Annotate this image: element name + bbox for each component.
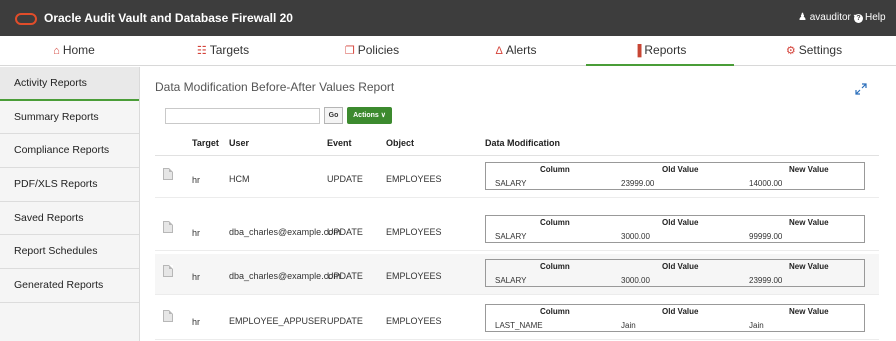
tab-policies[interactable]: ❐ Policies	[298, 36, 446, 66]
cell-event: UPDATE	[327, 174, 363, 184]
cell-user: EMPLOYEE_APPUSER	[229, 316, 327, 326]
cell-object: EMPLOYEES	[386, 174, 442, 184]
cell-user: dba_charles@example.com	[229, 271, 341, 281]
dm-header-new: New Value	[789, 218, 829, 227]
go-button[interactable]: Go	[324, 107, 343, 124]
user-name: avauditor	[809, 12, 851, 23]
dm-header-new: New Value	[789, 262, 829, 271]
cell-target: hr	[192, 175, 201, 185]
cell-event: UPDATE	[327, 227, 363, 237]
dm-new-value: 14000.00	[749, 179, 783, 188]
data-modification-table: Column Old Value New Value SALARY 23999.…	[485, 162, 865, 190]
data-modification-table: Column Old Value New Value LAST_NAME Jai…	[485, 304, 865, 332]
dm-header-old: Old Value	[662, 165, 699, 174]
dm-column-value: LAST_NAME	[495, 321, 543, 330]
table-row: hr HCM UPDATE EMPLOYEES Column Old Value…	[155, 157, 879, 198]
header-target[interactable]: Target	[192, 138, 219, 148]
actions-button[interactable]: Actions ∨	[347, 107, 392, 124]
dm-header-new: New Value	[789, 165, 829, 174]
header-user[interactable]: User	[229, 138, 249, 148]
help-link[interactable]: ? Help	[854, 12, 886, 23]
expand-icon[interactable]	[855, 83, 867, 95]
cell-object: EMPLOYEES	[386, 227, 442, 237]
dm-header-old: Old Value	[662, 262, 699, 271]
cell-event: UPDATE	[327, 316, 363, 326]
document-icon[interactable]	[163, 265, 173, 277]
sidebar-item-activity-reports[interactable]: Activity Reports	[0, 67, 139, 101]
cell-user: dba_charles@example.com	[229, 227, 341, 237]
sidebar-item-pdf-xls-reports[interactable]: PDF/XLS Reports	[0, 168, 139, 202]
tab-label: Settings	[798, 43, 843, 57]
document-icon[interactable]	[163, 310, 173, 322]
tab-label: Home	[62, 43, 95, 57]
dm-new-value: 23999.00	[749, 276, 783, 285]
header-object[interactable]: Object	[386, 138, 414, 148]
dm-header-column: Column	[540, 165, 570, 174]
data-modification-table: Column Old Value New Value SALARY 3000.0…	[485, 215, 865, 243]
table-header: Target User Event Object Data Modificati…	[155, 130, 879, 156]
dm-column-value: SALARY	[495, 276, 527, 285]
header-data-modification[interactable]: Data Modification	[485, 138, 560, 148]
page-title: Data Modification Before-After Values Re…	[155, 80, 395, 94]
dm-header-new: New Value	[789, 307, 829, 316]
dm-old-value: Jain	[621, 321, 636, 330]
dm-new-value: 99999.00	[749, 232, 783, 241]
dm-header-column: Column	[540, 262, 570, 271]
cell-object: EMPLOYEES	[386, 316, 442, 326]
tab-alerts[interactable]: Δ Alerts	[442, 36, 590, 66]
cell-target: hr	[192, 228, 201, 238]
dm-header-column: Column	[540, 307, 570, 316]
tab-reports[interactable]: ▐ Reports	[586, 36, 734, 66]
sidebar-item-report-schedules[interactable]: Report Schedules	[0, 235, 139, 270]
oracle-logo-icon	[15, 13, 37, 25]
bell-icon: Δ	[495, 45, 503, 57]
tab-targets[interactable]: ☷ Targets	[149, 36, 297, 66]
dm-header-column: Column	[540, 218, 570, 227]
tab-label: Policies	[357, 43, 400, 57]
tab-label: Reports	[644, 43, 687, 57]
help-icon: ?	[854, 14, 863, 23]
bar-chart-icon: ▐	[633, 45, 642, 57]
table-row: hr dba_charles@example.com UPDATE EMPLOY…	[155, 254, 879, 295]
policies-icon: ❐	[344, 45, 355, 57]
user-menu[interactable]: ♟ avauditor ▾	[798, 12, 859, 23]
dm-header-old: Old Value	[662, 307, 699, 316]
main-nav: ⌂ Home ☷ Targets ❐ Policies Δ Alerts ▐ Report…	[0, 36, 896, 66]
table-row: hr dba_charles@example.com UPDATE EMPLOY…	[155, 210, 879, 251]
home-icon: ⌂	[53, 45, 60, 57]
dm-header-old: Old Value	[662, 218, 699, 227]
document-icon[interactable]	[163, 221, 173, 233]
dm-new-value: Jain	[749, 321, 764, 330]
sidebar-item-generated-reports[interactable]: Generated Reports	[0, 269, 139, 303]
user-icon: ♟	[798, 12, 807, 23]
search-input[interactable]	[165, 108, 320, 124]
cell-target: hr	[192, 317, 201, 327]
sidebar-item-compliance-reports[interactable]: Compliance Reports	[0, 134, 139, 169]
sidebar-item-summary-reports[interactable]: Summary Reports	[0, 101, 139, 135]
cell-user: HCM	[229, 174, 250, 184]
targets-icon: ☷	[196, 45, 207, 57]
dm-column-value: SALARY	[495, 232, 527, 241]
cell-target: hr	[192, 272, 201, 282]
table-row: hr EMPLOYEE_APPUSER UPDATE EMPLOYEES Col…	[155, 299, 879, 340]
top-bar: Oracle Audit Vault and Database Firewall…	[0, 0, 896, 36]
tab-label: Targets	[209, 43, 250, 57]
help-label: Help	[865, 12, 886, 23]
dm-old-value: 3000.00	[621, 232, 650, 241]
document-icon[interactable]	[163, 168, 173, 180]
gear-icon: ⚙	[785, 45, 796, 57]
sidebar-item-saved-reports[interactable]: Saved Reports	[0, 202, 139, 236]
dm-old-value: 3000.00	[621, 276, 650, 285]
tab-settings[interactable]: ⚙ Settings	[740, 36, 888, 66]
dm-old-value: 23999.00	[621, 179, 655, 188]
tab-label: Alerts	[505, 43, 537, 57]
app-title: Oracle Audit Vault and Database Firewall…	[44, 11, 293, 25]
cell-object: EMPLOYEES	[386, 271, 442, 281]
sidebar: Activity Reports Summary Reports Complia…	[0, 67, 140, 341]
dm-column-value: SALARY	[495, 179, 527, 188]
tab-home[interactable]: ⌂ Home	[0, 36, 148, 66]
data-modification-table: Column Old Value New Value SALARY 3000.0…	[485, 259, 865, 287]
header-event[interactable]: Event	[327, 138, 352, 148]
cell-event: UPDATE	[327, 271, 363, 281]
